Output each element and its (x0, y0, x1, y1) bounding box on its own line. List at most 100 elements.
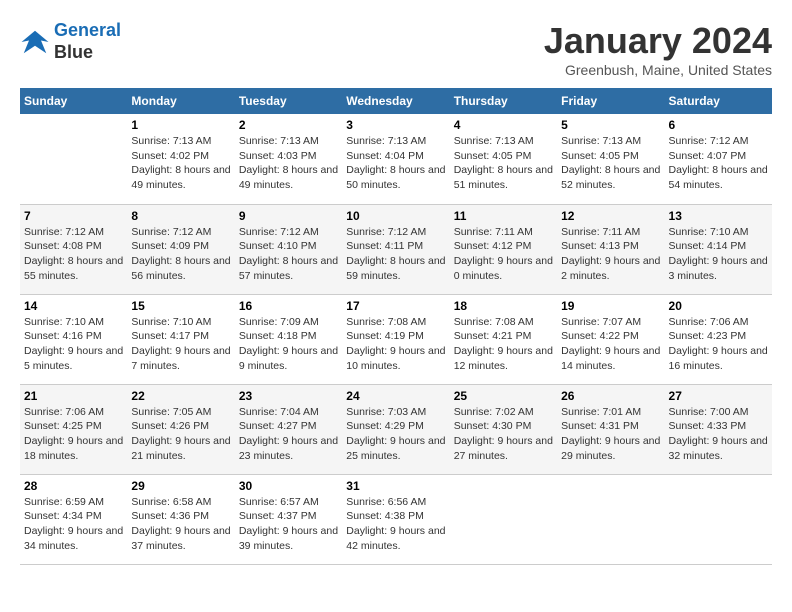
day-info: Sunrise: 6:57 AM Sunset: 4:37 PM Dayligh… (239, 495, 338, 554)
day-number: 12 (561, 209, 660, 223)
day-number: 27 (669, 389, 768, 403)
day-number: 16 (239, 299, 338, 313)
calendar-cell: 6 Sunrise: 7:12 AM Sunset: 4:07 PM Daylig… (665, 114, 772, 204)
day-info: Sunrise: 7:06 AM Sunset: 4:23 PM Dayligh… (669, 315, 768, 374)
day-info: Sunrise: 7:04 AM Sunset: 4:27 PM Dayligh… (239, 405, 338, 464)
weekday-header-friday: Friday (557, 88, 664, 114)
day-number: 31 (346, 479, 445, 493)
location: Greenbush, Maine, United States (544, 62, 772, 78)
day-number: 29 (131, 479, 230, 493)
day-info: Sunrise: 7:08 AM Sunset: 4:19 PM Dayligh… (346, 315, 445, 374)
weekday-header-sunday: Sunday (20, 88, 127, 114)
day-info: Sunrise: 7:12 AM Sunset: 4:09 PM Dayligh… (131, 225, 230, 284)
calendar-cell: 10 Sunrise: 7:12 AM Sunset: 4:11 PM Dayli… (342, 204, 449, 294)
day-info: Sunrise: 6:56 AM Sunset: 4:38 PM Dayligh… (346, 495, 445, 554)
day-info: Sunrise: 7:09 AM Sunset: 4:18 PM Dayligh… (239, 315, 338, 374)
calendar-cell: 9 Sunrise: 7:12 AM Sunset: 4:10 PM Daylig… (235, 204, 342, 294)
day-info: Sunrise: 7:10 AM Sunset: 4:14 PM Dayligh… (669, 225, 768, 284)
calendar-cell: 23 Sunrise: 7:04 AM Sunset: 4:27 PM Dayli… (235, 384, 342, 474)
calendar-cell: 22 Sunrise: 7:05 AM Sunset: 4:26 PM Dayli… (127, 384, 234, 474)
week-row-3: 14Sunrise: 7:10 AM Sunset: 4:16 PM Dayli… (20, 294, 772, 384)
calendar-cell: 14Sunrise: 7:10 AM Sunset: 4:16 PM Dayli… (20, 294, 127, 384)
calendar-cell: 4 Sunrise: 7:13 AM Sunset: 4:05 PM Daylig… (450, 114, 557, 204)
day-number: 24 (346, 389, 445, 403)
calendar-cell: 17 Sunrise: 7:08 AM Sunset: 4:19 PM Dayli… (342, 294, 449, 384)
calendar-cell: 19Sunrise: 7:07 AM Sunset: 4:22 PM Dayli… (557, 294, 664, 384)
calendar-cell: 5Sunrise: 7:13 AM Sunset: 4:05 PM Daylig… (557, 114, 664, 204)
day-number: 4 (454, 118, 553, 132)
calendar-cell: 8 Sunrise: 7:12 AM Sunset: 4:09 PM Daylig… (127, 204, 234, 294)
calendar-cell: 12 Sunrise: 7:11 AM Sunset: 4:13 PM Dayli… (557, 204, 664, 294)
calendar-cell: 29 Sunrise: 6:58 AM Sunset: 4:36 PM Dayli… (127, 474, 234, 564)
week-row-1: 1 Sunrise: 7:13 AM Sunset: 4:02 PM Daylig… (20, 114, 772, 204)
calendar-cell: 30 Sunrise: 6:57 AM Sunset: 4:37 PM Dayli… (235, 474, 342, 564)
calendar-table: SundayMondayTuesdayWednesdayThursdayFrid… (20, 88, 772, 565)
day-info: Sunrise: 6:59 AM Sunset: 4:34 PM Dayligh… (24, 495, 123, 554)
month-title: January 2024 (544, 20, 772, 62)
day-info: Sunrise: 7:12 AM Sunset: 4:07 PM Dayligh… (669, 134, 768, 193)
calendar-cell: 7Sunrise: 7:12 AM Sunset: 4:08 PM Daylig… (20, 204, 127, 294)
day-number: 18 (454, 299, 553, 313)
day-info: Sunrise: 7:13 AM Sunset: 4:02 PM Dayligh… (131, 134, 230, 193)
day-info: Sunrise: 7:13 AM Sunset: 4:05 PM Dayligh… (454, 134, 553, 193)
day-number: 28 (24, 479, 123, 493)
day-number: 2 (239, 118, 338, 132)
day-number: 6 (669, 118, 768, 132)
day-number: 20 (669, 299, 768, 313)
day-info: Sunrise: 7:02 AM Sunset: 4:30 PM Dayligh… (454, 405, 553, 464)
calendar-cell: 27 Sunrise: 7:00 AM Sunset: 4:33 PM Dayli… (665, 384, 772, 474)
logo-line2: Blue (54, 42, 121, 64)
calendar-cell: 16 Sunrise: 7:09 AM Sunset: 4:18 PM Dayli… (235, 294, 342, 384)
calendar-cell: 11Sunrise: 7:11 AM Sunset: 4:12 PM Dayli… (450, 204, 557, 294)
week-row-4: 21Sunrise: 7:06 AM Sunset: 4:25 PM Dayli… (20, 384, 772, 474)
calendar-cell (557, 474, 664, 564)
day-number: 10 (346, 209, 445, 223)
day-number: 26 (561, 389, 660, 403)
weekday-header-wednesday: Wednesday (342, 88, 449, 114)
day-info: Sunrise: 7:03 AM Sunset: 4:29 PM Dayligh… (346, 405, 445, 464)
weekday-header-monday: Monday (127, 88, 234, 114)
day-info: Sunrise: 7:11 AM Sunset: 4:13 PM Dayligh… (561, 225, 660, 284)
day-info: Sunrise: 7:13 AM Sunset: 4:03 PM Dayligh… (239, 134, 338, 193)
day-number: 30 (239, 479, 338, 493)
calendar-cell: 31 Sunrise: 6:56 AM Sunset: 4:38 PM Dayli… (342, 474, 449, 564)
page-header: General Blue January 2024 Greenbush, Mai… (20, 20, 772, 78)
day-number: 1 (131, 118, 230, 132)
calendar-cell: 24 Sunrise: 7:03 AM Sunset: 4:29 PM Dayli… (342, 384, 449, 474)
day-number: 8 (131, 209, 230, 223)
day-number: 5 (561, 118, 660, 132)
day-info: Sunrise: 7:07 AM Sunset: 4:22 PM Dayligh… (561, 315, 660, 374)
calendar-cell: 13 Sunrise: 7:10 AM Sunset: 4:14 PM Dayli… (665, 204, 772, 294)
day-info: Sunrise: 7:05 AM Sunset: 4:26 PM Dayligh… (131, 405, 230, 464)
calendar-cell (20, 114, 127, 204)
day-info: Sunrise: 7:12 AM Sunset: 4:11 PM Dayligh… (346, 225, 445, 284)
day-info: Sunrise: 7:11 AM Sunset: 4:12 PM Dayligh… (454, 225, 553, 284)
day-info: Sunrise: 7:12 AM Sunset: 4:10 PM Dayligh… (239, 225, 338, 284)
day-info: Sunrise: 7:00 AM Sunset: 4:33 PM Dayligh… (669, 405, 768, 464)
day-info: Sunrise: 7:10 AM Sunset: 4:17 PM Dayligh… (131, 315, 230, 374)
weekday-header-saturday: Saturday (665, 88, 772, 114)
calendar-cell: 3 Sunrise: 7:13 AM Sunset: 4:04 PM Daylig… (342, 114, 449, 204)
day-number: 9 (239, 209, 338, 223)
weekday-header-tuesday: Tuesday (235, 88, 342, 114)
day-number: 3 (346, 118, 445, 132)
day-number: 23 (239, 389, 338, 403)
day-info: Sunrise: 7:10 AM Sunset: 4:16 PM Dayligh… (24, 315, 123, 374)
day-info: Sunrise: 7:13 AM Sunset: 4:04 PM Dayligh… (346, 134, 445, 193)
day-number: 22 (131, 389, 230, 403)
day-info: Sunrise: 6:58 AM Sunset: 4:36 PM Dayligh… (131, 495, 230, 554)
calendar-cell: 2 Sunrise: 7:13 AM Sunset: 4:03 PM Daylig… (235, 114, 342, 204)
day-info: Sunrise: 7:01 AM Sunset: 4:31 PM Dayligh… (561, 405, 660, 464)
calendar-cell (450, 474, 557, 564)
calendar-cell: 18 Sunrise: 7:08 AM Sunset: 4:21 PM Dayli… (450, 294, 557, 384)
calendar-cell: 25 Sunrise: 7:02 AM Sunset: 4:30 PM Dayli… (450, 384, 557, 474)
logo: General Blue (20, 20, 121, 63)
logo-icon (20, 27, 50, 57)
logo-text: General Blue (54, 20, 121, 63)
day-number: 17 (346, 299, 445, 313)
day-info: Sunrise: 7:06 AM Sunset: 4:25 PM Dayligh… (24, 405, 123, 464)
week-row-2: 7Sunrise: 7:12 AM Sunset: 4:08 PM Daylig… (20, 204, 772, 294)
day-number: 25 (454, 389, 553, 403)
day-info: Sunrise: 7:08 AM Sunset: 4:21 PM Dayligh… (454, 315, 553, 374)
day-number: 13 (669, 209, 768, 223)
